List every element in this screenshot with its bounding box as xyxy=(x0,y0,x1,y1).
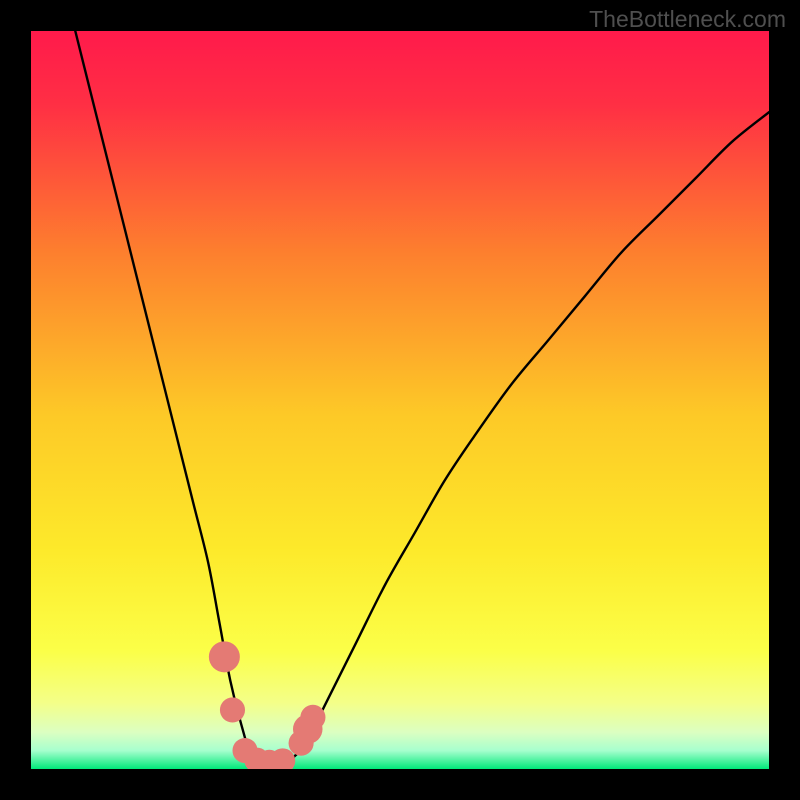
bottleneck-chart xyxy=(31,31,769,769)
data-marker xyxy=(209,641,240,672)
data-marker xyxy=(300,705,325,730)
gradient-background xyxy=(31,31,769,769)
watermark-text: TheBottleneck.com xyxy=(589,6,786,33)
data-marker xyxy=(220,697,245,722)
